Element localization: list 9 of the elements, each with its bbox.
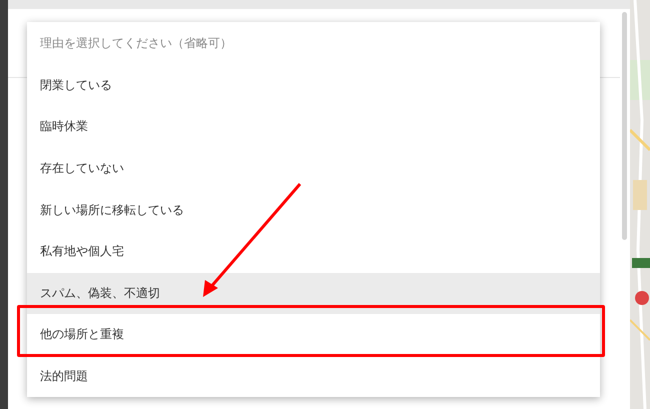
menu-item[interactable]: 臨時休業 <box>27 106 600 148</box>
menu-item[interactable]: 法的問題 <box>27 356 600 398</box>
menu-item[interactable]: 閉業している <box>27 64 600 106</box>
menu-item[interactable]: スパム、偽装、不適切 <box>27 272 600 314</box>
scrollbar[interactable] <box>622 12 627 240</box>
menu-item[interactable]: 存在していない <box>27 148 600 190</box>
menu-item[interactable]: 私有地や個人宅 <box>27 230 600 273</box>
menu-item[interactable]: 新しい場所に移転している <box>27 189 600 231</box>
select-field[interactable]: 理由を選択してください（省略可） <box>27 23 600 65</box>
